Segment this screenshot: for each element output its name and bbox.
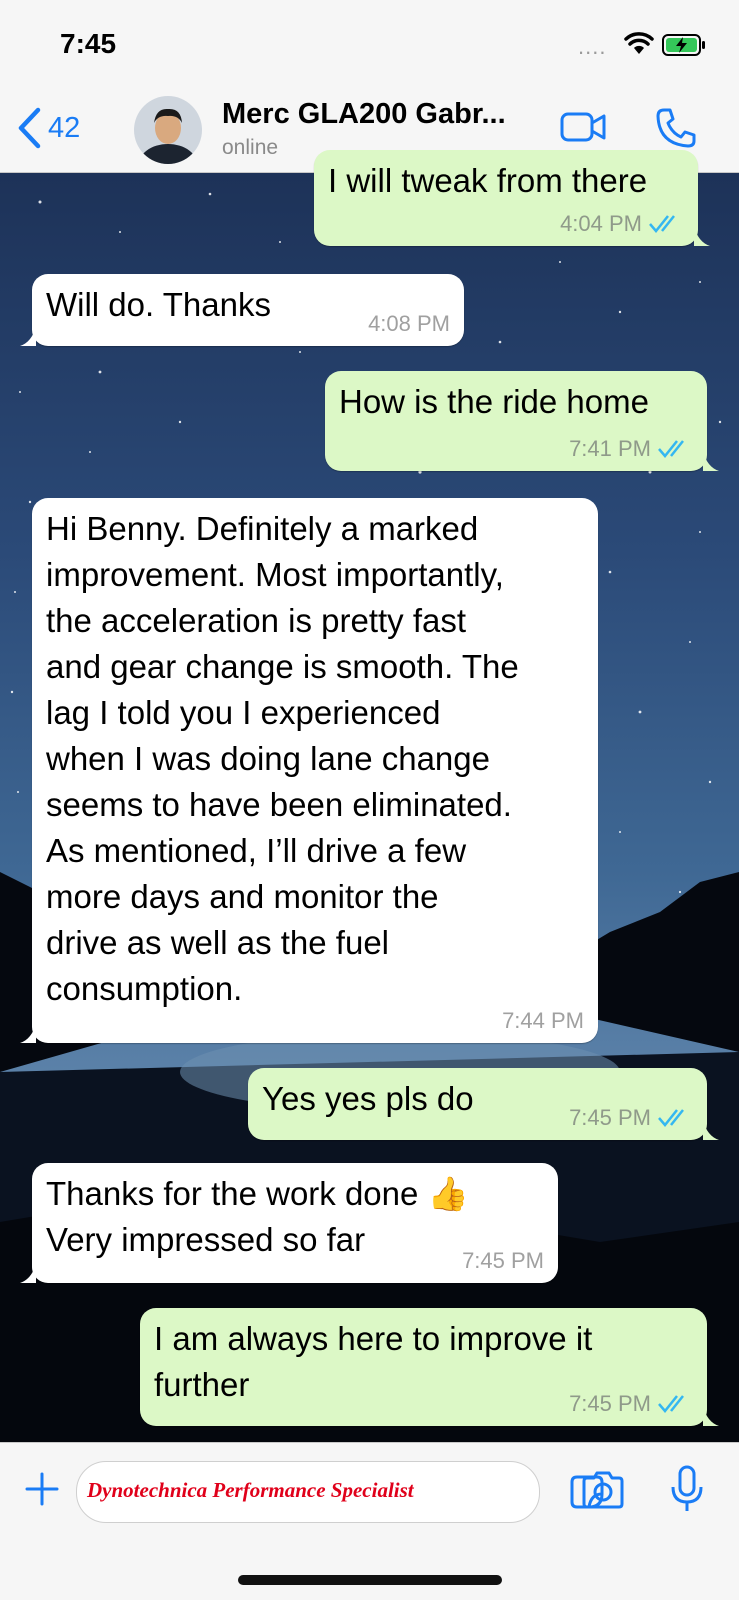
read-receipt-icon — [658, 440, 684, 458]
battery-charging-icon — [662, 34, 706, 61]
message-time: 7:44 PM — [502, 1008, 584, 1033]
message-text: I will tweak from there — [328, 162, 648, 199]
contact-avatar[interactable] — [134, 96, 202, 164]
chevron-left-icon — [18, 107, 41, 149]
home-indicator[interactable] — [238, 1575, 502, 1585]
message-text: Will do. Thanks — [46, 286, 271, 323]
message-time: 7:45 PM — [569, 1105, 651, 1130]
plus-icon[interactable] — [24, 1471, 60, 1512]
bubble-tail — [20, 1023, 36, 1043]
message-bubble-outgoing[interactable]: I am always here to improve it further 7… — [140, 1308, 719, 1426]
message-text: I am always here to improve it further — [154, 1320, 593, 1403]
message-time: 7:45 PM — [569, 1391, 651, 1416]
phone-icon[interactable] — [654, 106, 698, 155]
bubble-tail — [703, 451, 719, 471]
status-time: 7:45 — [60, 28, 117, 59]
message-bubble-outgoing[interactable]: I will tweak from there 4:04 PM — [314, 150, 710, 246]
message-bubble-incoming[interactable]: Will do. Thanks 4:08 PM — [20, 274, 464, 346]
bubble-tail — [694, 226, 710, 246]
contact-status: online — [222, 136, 279, 159]
bubble-tail — [20, 326, 36, 346]
back-button[interactable]: 42 — [16, 106, 80, 150]
microphone-icon[interactable] — [670, 1465, 704, 1518]
bubble-tail — [20, 1263, 36, 1283]
contact-name[interactable]: Merc GLA200 Gabr... — [222, 98, 506, 131]
video-call-icon[interactable] — [560, 110, 608, 149]
read-receipt-icon — [649, 215, 675, 233]
message-text: How is the ride home — [339, 383, 649, 420]
message-input-bar: Dynotechnica Performance Specialist — [0, 1442, 739, 1600]
message-time: 7:41 PM — [569, 436, 651, 461]
message-time: 4:08 PM — [368, 311, 450, 336]
message-time: 7:45 PM — [462, 1248, 544, 1273]
unread-count: 42 — [48, 111, 81, 144]
bubble-tail — [703, 1406, 719, 1426]
wifi-icon — [624, 32, 654, 61]
message-bubble-outgoing[interactable]: How is the ride home 7:41 PM — [325, 371, 719, 471]
message-bubble-outgoing[interactable]: Yes yes pls do 7:45 PM — [248, 1068, 719, 1140]
cellular-signal-icon: .... — [578, 34, 607, 59]
message-text: Thanks for the work done 👍 Very impresse… — [46, 1175, 469, 1258]
message-text: Yes yes pls do — [262, 1080, 474, 1117]
message-bubble-incoming[interactable]: Hi Benny. Definitely a marked improvemen… — [20, 498, 598, 1043]
camera-icon[interactable] — [580, 1471, 626, 1514]
status-bar: 7:45 .... — [0, 0, 739, 88]
message-input-text: Dynotechnica Performance Specialist — [87, 1478, 414, 1502]
message-input[interactable]: Dynotechnica Performance Specialist — [76, 1461, 604, 1523]
read-receipt-icon — [658, 1395, 684, 1413]
bubble-tail — [703, 1120, 719, 1140]
message-time: 4:04 PM — [560, 211, 642, 236]
message-bubble-incoming[interactable]: Thanks for the work done 👍 Very impresse… — [20, 1163, 558, 1283]
whatsapp-chat-screen: 7:45 .... 42 Merc GLA200 Gabr... online … — [0, 0, 739, 1600]
read-receipt-icon — [658, 1109, 684, 1127]
message-text: Hi Benny. Definitely a marked improvemen… — [46, 510, 519, 1007]
